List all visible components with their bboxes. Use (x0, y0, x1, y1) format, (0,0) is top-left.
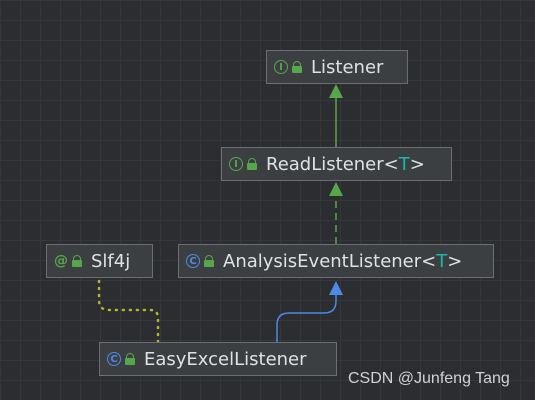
arrowhead-listener (329, 84, 343, 98)
lock-icon (292, 61, 302, 73)
node-analysis-event-listener[interactable]: C AnalysisEventListener< T > (178, 244, 494, 278)
edge-easyexcel-analysis (276, 293, 337, 342)
node-analysis-event-listener-label: AnalysisEventListener< (223, 250, 437, 272)
edge-slf4j-easyexcel (97, 279, 160, 344)
lock-icon (204, 255, 214, 267)
interface-icon: I (229, 157, 243, 171)
class-icon: C (107, 352, 121, 366)
node-read-listener-label: ReadListener< (266, 153, 399, 175)
interface-icon: I (274, 60, 288, 74)
node-easy-excel-listener-label: EasyExcelListener (144, 348, 307, 370)
node-slf4j-label: Slf4j (91, 250, 131, 272)
node-read-listener[interactable]: I ReadListener< T > (221, 147, 452, 181)
node-listener-label: Listener (311, 56, 384, 78)
type-parameter: T (398, 153, 410, 175)
lock-icon (247, 158, 257, 170)
lock-icon (125, 353, 135, 365)
type-parameter: T (436, 250, 448, 272)
type-close: > (447, 250, 463, 272)
node-slf4j[interactable]: @ Slf4j (46, 244, 153, 278)
lock-icon (72, 255, 82, 267)
arrowhead-analysis (329, 281, 343, 295)
class-icon: C (186, 254, 200, 268)
annotation-icon: @ (54, 253, 68, 269)
node-listener[interactable]: I Listener (266, 50, 408, 84)
node-easy-excel-listener[interactable]: C EasyExcelListener (99, 342, 337, 376)
arrowhead-readlistener (329, 182, 343, 196)
watermark: CSDN @Junfeng Tang (348, 370, 510, 387)
type-close: > (409, 153, 425, 175)
